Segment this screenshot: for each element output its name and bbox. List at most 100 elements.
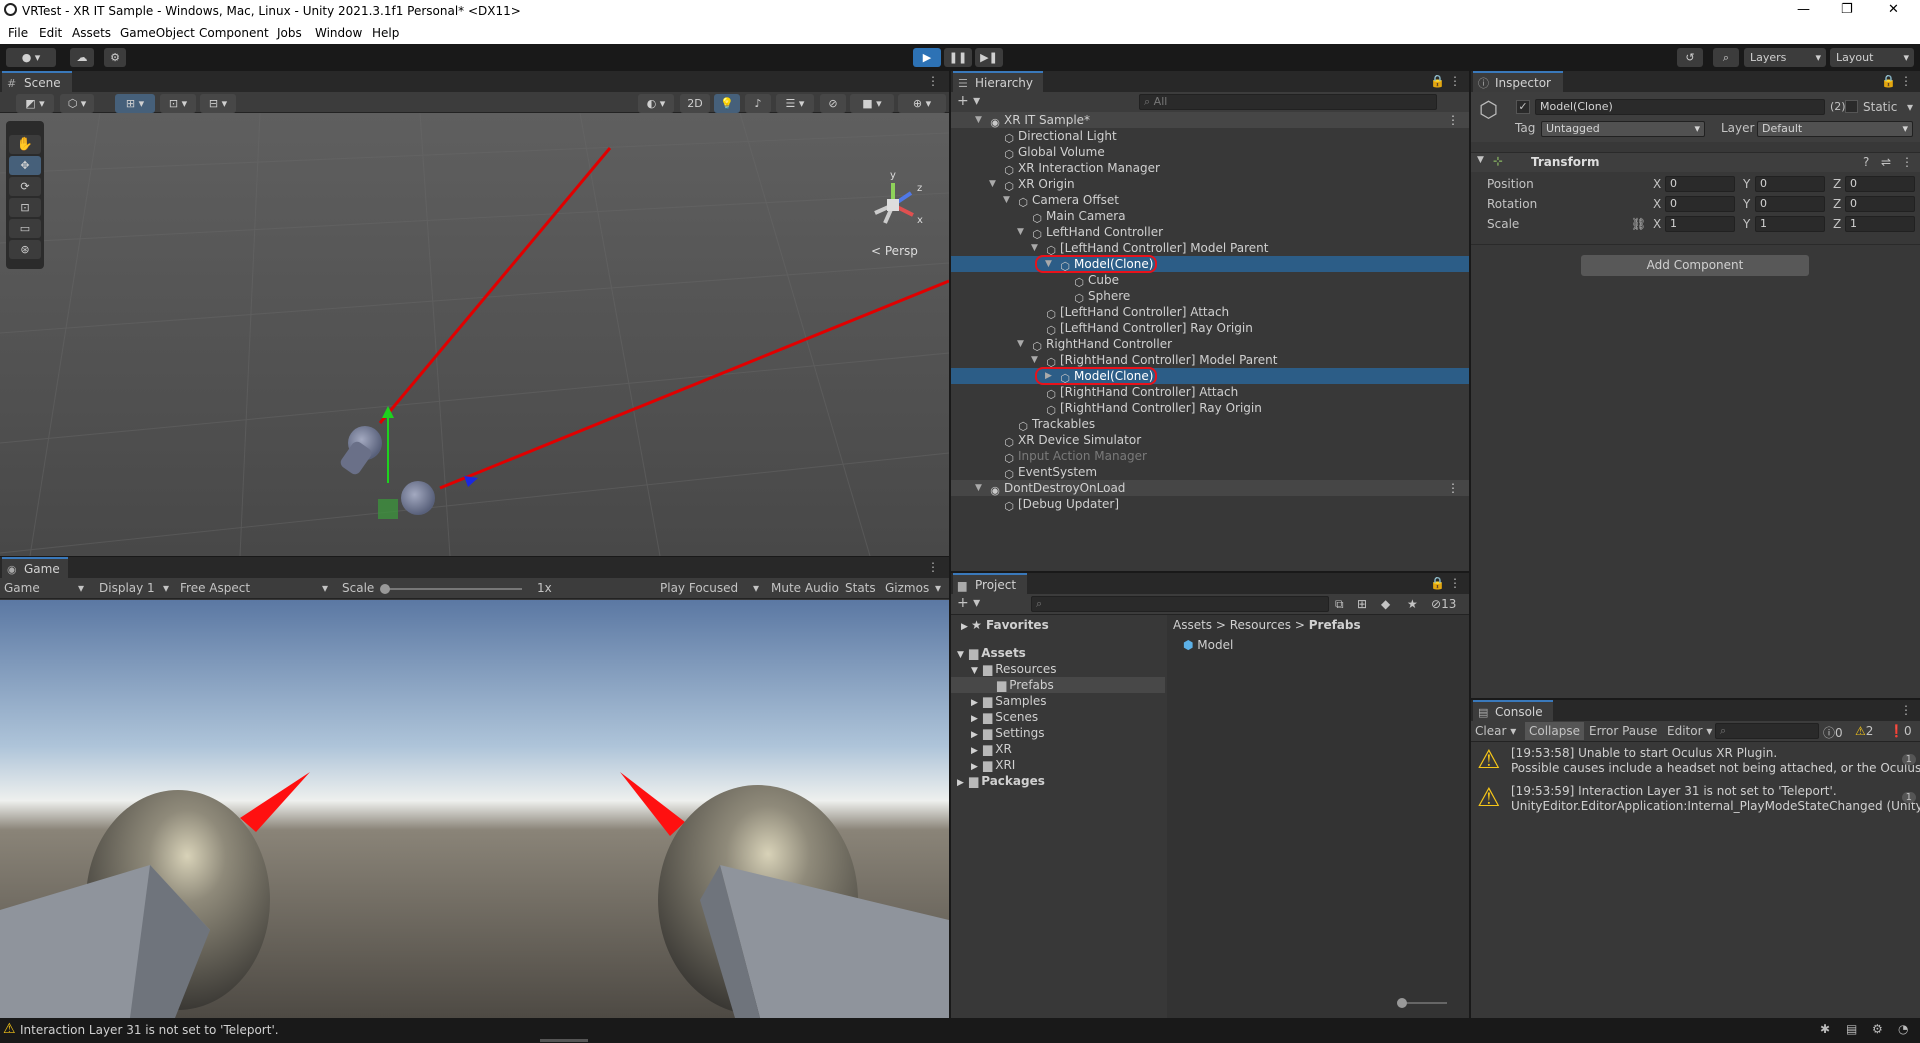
- collapse-toggle[interactable]: Collapse: [1525, 722, 1584, 740]
- project-folder-item[interactable]: ▶ ▆ Samples: [951, 693, 1165, 709]
- menu-window[interactable]: Window: [315, 26, 362, 40]
- expand-arrow-icon[interactable]: ▼: [1017, 336, 1024, 352]
- static-checkbox[interactable]: [1845, 100, 1858, 113]
- asset-item[interactable]: ⬢ Model: [1167, 637, 1469, 653]
- expand-arrow-icon[interactable]: ▼: [1031, 240, 1038, 256]
- status-message[interactable]: Interaction Layer 31 is not set to 'Tele…: [20, 1023, 279, 1037]
- lock-icon[interactable]: 🔒: [1430, 576, 1445, 590]
- minimize-button[interactable]: —: [1797, 2, 1810, 17]
- hierarchy-item[interactable]: ⬡ [LeftHand Controller] Attach: [951, 304, 1469, 321]
- hierarchy-item[interactable]: ⬡ EventSystem: [951, 464, 1469, 481]
- progress-icon[interactable]: ◔: [1898, 1022, 1908, 1036]
- position-y-field[interactable]: 0: [1755, 176, 1825, 192]
- project-folder-item[interactable]: ▶ ▆ Scenes: [951, 709, 1165, 725]
- step-button[interactable]: ▶❚: [975, 48, 1003, 67]
- zoom-slider[interactable]: [1397, 998, 1447, 1008]
- rotation-x-field[interactable]: 0: [1665, 196, 1735, 212]
- scale-tool-icon[interactable]: ⊡: [9, 198, 41, 217]
- scene-root-row[interactable]: ▼ ◉ DontDestroyOnLoad ⋮: [951, 480, 1469, 497]
- breadcrumb-resources[interactable]: Resources: [1230, 618, 1291, 632]
- tag-dropdown[interactable]: Untagged ▾: [1541, 121, 1705, 137]
- lock-icon[interactable]: 🔒: [1881, 74, 1896, 88]
- expand-arrow-icon[interactable]: ▼: [1003, 192, 1010, 208]
- more-menu-icon[interactable]: ⋮: [1449, 74, 1461, 88]
- favorites-header[interactable]: ▶ ★ Favorites: [951, 617, 1165, 633]
- project-folder-item[interactable]: ▶ ▆ Packages: [951, 773, 1165, 789]
- tab-project[interactable]: ▆ Project: [953, 573, 1027, 594]
- breadcrumb-assets[interactable]: Assets: [1173, 618, 1212, 632]
- account-button[interactable]: ● ▾: [6, 48, 56, 67]
- rect-tool-icon[interactable]: ▭: [9, 219, 41, 238]
- error-pause-toggle[interactable]: Error Pause: [1589, 724, 1657, 738]
- more-menu-icon[interactable]: ⋮: [1449, 576, 1461, 590]
- hierarchy-search-input[interactable]: ⌕ All: [1139, 94, 1437, 110]
- create-button[interactable]: + ▾: [957, 93, 980, 109]
- project-folder-item[interactable]: ▼ ▆ Assets: [951, 645, 1165, 661]
- constrain-proportions-icon[interactable]: ⛓: [1631, 217, 1646, 231]
- hierarchy-item[interactable]: ▼ ⬡ Camera Offset: [951, 192, 1469, 209]
- grid-snap-button[interactable]: ⊡ ▾: [160, 94, 196, 113]
- hierarchy-item[interactable]: ⬡ Directional Light: [951, 128, 1469, 145]
- hierarchy-item[interactable]: ⬡ Trackables: [951, 416, 1469, 433]
- hierarchy-item[interactable]: ⬡ Global Volume: [951, 144, 1469, 161]
- project-folder-item[interactable]: ▼ ▆ Resources: [951, 661, 1165, 677]
- scale-x-field[interactable]: 1: [1665, 216, 1735, 232]
- stats-toggle[interactable]: Stats: [845, 581, 876, 595]
- more-menu-icon[interactable]: ⋮: [1447, 480, 1459, 496]
- hierarchy-item[interactable]: ⬡ [RightHand Controller] Ray Origin: [951, 400, 1469, 417]
- pivot-button[interactable]: ⊞ ▾: [115, 94, 155, 113]
- info-count[interactable]: ⓘ0: [1823, 724, 1843, 741]
- hierarchy-item[interactable]: ▼ ⬡ XR Origin: [951, 176, 1469, 193]
- cube-mode-button[interactable]: ⬡ ▾: [60, 94, 94, 113]
- hierarchy-item[interactable]: ⬡ XR Device Simulator: [951, 432, 1469, 449]
- project-folder-item[interactable]: ▶ ▆ XRI: [951, 757, 1165, 773]
- draw-mode-button[interactable]: ◩ ▾: [16, 94, 54, 113]
- console-message[interactable]: ⚠ [19:53:58] Unable to start Oculus XR Pl…: [1471, 744, 1920, 780]
- transform-header[interactable]: ▼ ⊹ Transform ? ⇌ ⋮: [1471, 152, 1920, 172]
- menu-help[interactable]: Help: [372, 26, 399, 40]
- display-dropdown[interactable]: Display 1: [99, 581, 155, 595]
- toggle-2d-button[interactable]: 2D: [680, 94, 710, 113]
- zoom-slider-thumb[interactable]: [1397, 998, 1407, 1008]
- transform-tool-icon[interactable]: ⊛: [9, 240, 41, 259]
- hierarchy-item[interactable]: ▶ ⬡ Model(Clone): [951, 368, 1469, 385]
- increment-snap-button[interactable]: ⊟ ▾: [200, 94, 236, 113]
- collab-icon[interactable]: ⚙: [104, 48, 126, 67]
- more-menu-icon[interactable]: ⋮: [1447, 112, 1459, 128]
- tab-hierarchy[interactable]: ☰ Hierarchy: [953, 71, 1043, 92]
- console-message[interactable]: ⚠ [19:53:59] Interaction Layer 31 is not …: [1471, 782, 1920, 818]
- hierarchy-item[interactable]: ⬡ [RightHand Controller] Attach: [951, 384, 1469, 401]
- hidden-objects-icon[interactable]: ⊘: [820, 94, 846, 113]
- scale-y-field[interactable]: 1: [1755, 216, 1825, 232]
- clear-button[interactable]: Clear ▾: [1475, 724, 1516, 738]
- menu-gameobject[interactable]: GameObject: [120, 26, 195, 40]
- help-icon[interactable]: ?: [1863, 155, 1869, 169]
- star-icon[interactable]: ★: [1407, 597, 1418, 611]
- layer-dropdown[interactable]: Default ▾: [1757, 121, 1913, 137]
- lock-icon[interactable]: 🔒: [1430, 74, 1445, 88]
- hierarchy-item[interactable]: ▼ ⬡ [LeftHand Controller] Model Parent: [951, 240, 1469, 257]
- menu-file[interactable]: File: [8, 26, 28, 40]
- rotation-y-field[interactable]: 0: [1755, 196, 1825, 212]
- more-menu-icon[interactable]: ⋮: [1900, 74, 1912, 88]
- more-menu-icon[interactable]: ⋮: [1901, 155, 1913, 169]
- aspect-dropdown[interactable]: Free Aspect: [180, 581, 250, 595]
- scene-root-row[interactable]: ▼ ◉ XR IT Sample* ⋮: [951, 112, 1469, 129]
- game-viewport[interactable]: [0, 600, 949, 1018]
- tab-game[interactable]: ◉ Game: [2, 557, 68, 578]
- hierarchy-item[interactable]: ⬡ Sphere: [951, 288, 1469, 305]
- console-search-input[interactable]: ⌕: [1715, 723, 1819, 739]
- close-button[interactable]: ✕: [1888, 2, 1899, 17]
- tab-inspector[interactable]: ⓘ Inspector: [1473, 71, 1563, 92]
- expand-arrow-icon[interactable]: ▼: [975, 112, 982, 128]
- type-filter-icon[interactable]: ⊞: [1357, 597, 1367, 611]
- tab-scene[interactable]: # Scene: [2, 71, 72, 92]
- label-filter-icon[interactable]: ◆: [1381, 597, 1390, 611]
- layout-dropdown[interactable]: Layout ▾: [1830, 48, 1914, 67]
- hierarchy-item[interactable]: ⬡ Cube: [951, 272, 1469, 289]
- breadcrumb-prefabs[interactable]: Prefabs: [1309, 618, 1361, 632]
- gizmos-dropdown[interactable]: Gizmos: [885, 581, 929, 595]
- expand-arrow-icon[interactable]: ▼: [1031, 352, 1038, 368]
- play-focused-dropdown[interactable]: Play Focused: [660, 581, 738, 595]
- layers-dropdown[interactable]: Layers ▾: [1744, 48, 1826, 67]
